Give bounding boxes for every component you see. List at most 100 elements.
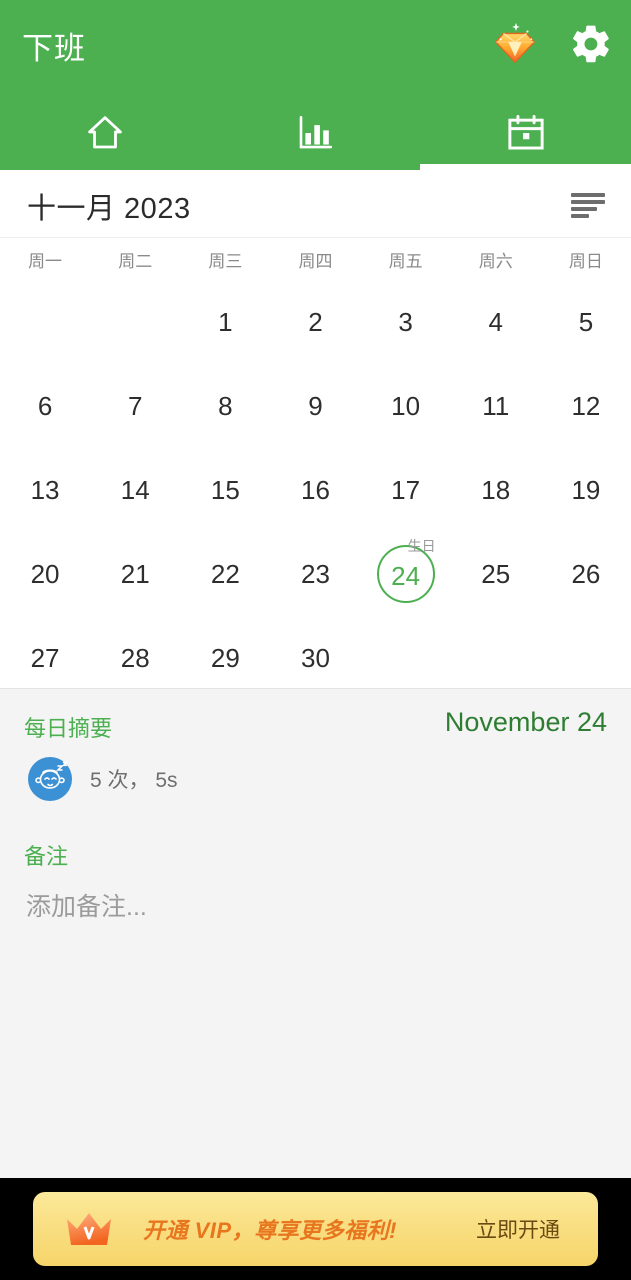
calendar-day[interactable]: 6	[0, 364, 90, 448]
calendar-day-number: 10	[391, 391, 421, 421]
page-title: 下班	[22, 31, 86, 66]
calendar-day-number: 16	[301, 475, 330, 505]
vip-banner-cta[interactable]: 立即开通	[476, 1214, 560, 1244]
calendar-day-number: 17	[391, 475, 421, 505]
calendar-day[interactable]: 16	[270, 448, 360, 532]
calendar-day[interactable]: 29	[180, 616, 270, 700]
calendar-day[interactable]: 28	[90, 616, 180, 700]
active-tab-sheet-corner	[420, 164, 631, 174]
header-title-bar: 下班	[0, 0, 631, 96]
calendar-day-number: 14	[120, 475, 150, 505]
header-actions	[489, 18, 617, 70]
notes-input[interactable]: 添加备注...	[26, 887, 147, 923]
tab-home[interactable]	[0, 96, 210, 170]
calendar-day[interactable]: 27	[0, 616, 90, 700]
sleeping-baby-icon	[28, 757, 72, 801]
calendar-day-number: 15	[210, 475, 240, 505]
app-root: 下班 十一月 2023 周一 周二 周三 周四 周五 周六 周日 1 2 3 4…	[0, 0, 631, 1280]
app-header: 下班	[0, 0, 631, 170]
calendar-day-number: 8	[218, 391, 233, 421]
vip-button[interactable]	[489, 18, 541, 70]
summary-date-label: November 24	[444, 707, 607, 737]
weekday-header: 周一 周二 周三 周四 周五 周六 周日	[0, 238, 631, 280]
calendar-icon	[508, 115, 544, 150]
calendar-day[interactable]: 22	[180, 532, 270, 616]
tab-bar	[0, 96, 631, 170]
calendar-day-number: 13	[30, 475, 60, 505]
settings-button[interactable]	[565, 18, 617, 70]
summary-stat-text: 5 次， 5s	[90, 769, 178, 792]
calendar-day-selected[interactable]: 生日 24	[361, 532, 451, 616]
calendar-card: 十一月 2023 周一 周二 周三 周四 周五 周六 周日 1 2 3 4 5 6 7 8 9 10 11 12 1…	[0, 170, 631, 688]
calendar-day-number: 12	[571, 391, 601, 421]
calendar-day-number: 19	[571, 475, 601, 505]
calendar-day-empty	[0, 280, 90, 364]
calendar-day-number: 1	[218, 307, 233, 337]
weekday-label: 周六	[478, 251, 513, 271]
calendar-day-number: 28	[120, 643, 150, 673]
calendar-day-number: 7	[127, 391, 143, 421]
bottom-bar: 开通 VIP，尊享更多福利! 立即开通	[0, 1178, 631, 1280]
list-icon	[571, 193, 605, 218]
calendar-day[interactable]: 3	[361, 280, 451, 364]
calendar-day[interactable]: 12	[541, 364, 631, 448]
calendar-day-empty	[90, 280, 180, 364]
calendar-day[interactable]: 5	[541, 280, 631, 364]
calendar-day-number: 20	[30, 559, 60, 589]
calendar-day[interactable]: 20	[0, 532, 90, 616]
calendar-day[interactable]: 11	[451, 364, 541, 448]
tab-stats[interactable]	[210, 96, 420, 170]
weekday-label: 周二	[118, 251, 153, 271]
crown-icon	[67, 1213, 111, 1245]
calendar-day-number: 5	[578, 307, 594, 337]
calendar-day[interactable]: 23	[270, 532, 360, 616]
calendar-day-number: 2	[308, 307, 323, 337]
month-header: 十一月 2023	[0, 170, 631, 238]
calendar-day-number: 4	[488, 307, 503, 337]
calendar-day-number: 18	[481, 475, 511, 505]
tab-calendar[interactable]	[421, 96, 631, 170]
calendar-day[interactable]: 8	[180, 364, 270, 448]
calendar-day[interactable]: 21	[90, 532, 180, 616]
calendar-day[interactable]: 9	[270, 364, 360, 448]
vip-gem-icon	[494, 22, 536, 64]
weekday-label: 周四	[298, 251, 333, 271]
calendar-days-grid: 1 2 3 4 5 6 7 8 9 10 11 12 13 14 15 16 17 18 19 20 21 22 23 生日 2…	[0, 280, 631, 700]
calendar-day[interactable]: 10	[361, 364, 451, 448]
calendar-day-number: 22	[210, 559, 240, 589]
calendar-day[interactable]: 14	[90, 448, 180, 532]
calendar-day-number: 11	[482, 391, 510, 421]
weekday-label: 周日	[568, 251, 603, 271]
calendar-day-number: 3	[398, 307, 413, 337]
vip-banner-message: 开通 VIP，尊享更多福利!	[143, 1218, 397, 1243]
bar-chart-icon	[300, 115, 333, 149]
month-label: 十一月 2023	[27, 193, 191, 225]
calendar-day[interactable]: 2	[270, 280, 360, 364]
calendar-day[interactable]: 25	[451, 532, 541, 616]
weekday-label: 周三	[208, 251, 243, 271]
daily-summary-title: 每日摘要	[24, 716, 113, 741]
calendar-day[interactable]: 15	[180, 448, 270, 532]
notes-title: 备注	[24, 844, 69, 869]
calendar-day[interactable]: 30	[270, 616, 360, 700]
calendar-day[interactable]: 1	[180, 280, 270, 364]
weekday-label: 周一	[28, 251, 63, 271]
daily-summary-panel: 每日摘要 November 24 5 次， 5s 备注 添加备注...	[0, 688, 631, 1178]
vip-banner[interactable]: 开通 VIP，尊享更多福利! 立即开通	[33, 1192, 598, 1266]
calendar-day[interactable]: 17	[361, 448, 451, 532]
calendar-day[interactable]: 7	[90, 364, 180, 448]
calendar-day[interactable]: 26	[541, 532, 631, 616]
calendar-day[interactable]: 19	[541, 448, 631, 532]
calendar-day-number: 27	[30, 643, 60, 673]
calendar-day-number: 26	[571, 559, 601, 589]
calendar-day[interactable]: 4	[451, 280, 541, 364]
weekday-label: 周五	[388, 251, 423, 271]
calendar-day[interactable]: 18	[451, 448, 541, 532]
summary-stat-row[interactable]: 5 次， 5s	[0, 751, 631, 801]
calendar-day-number: 9	[308, 391, 323, 421]
calendar-day[interactable]: 13	[0, 448, 90, 532]
calendar-day-number: 6	[37, 391, 53, 421]
calendar-day-number: 30	[301, 643, 330, 673]
calendar-day-number: 29	[210, 643, 240, 673]
list-view-button[interactable]	[565, 184, 611, 226]
